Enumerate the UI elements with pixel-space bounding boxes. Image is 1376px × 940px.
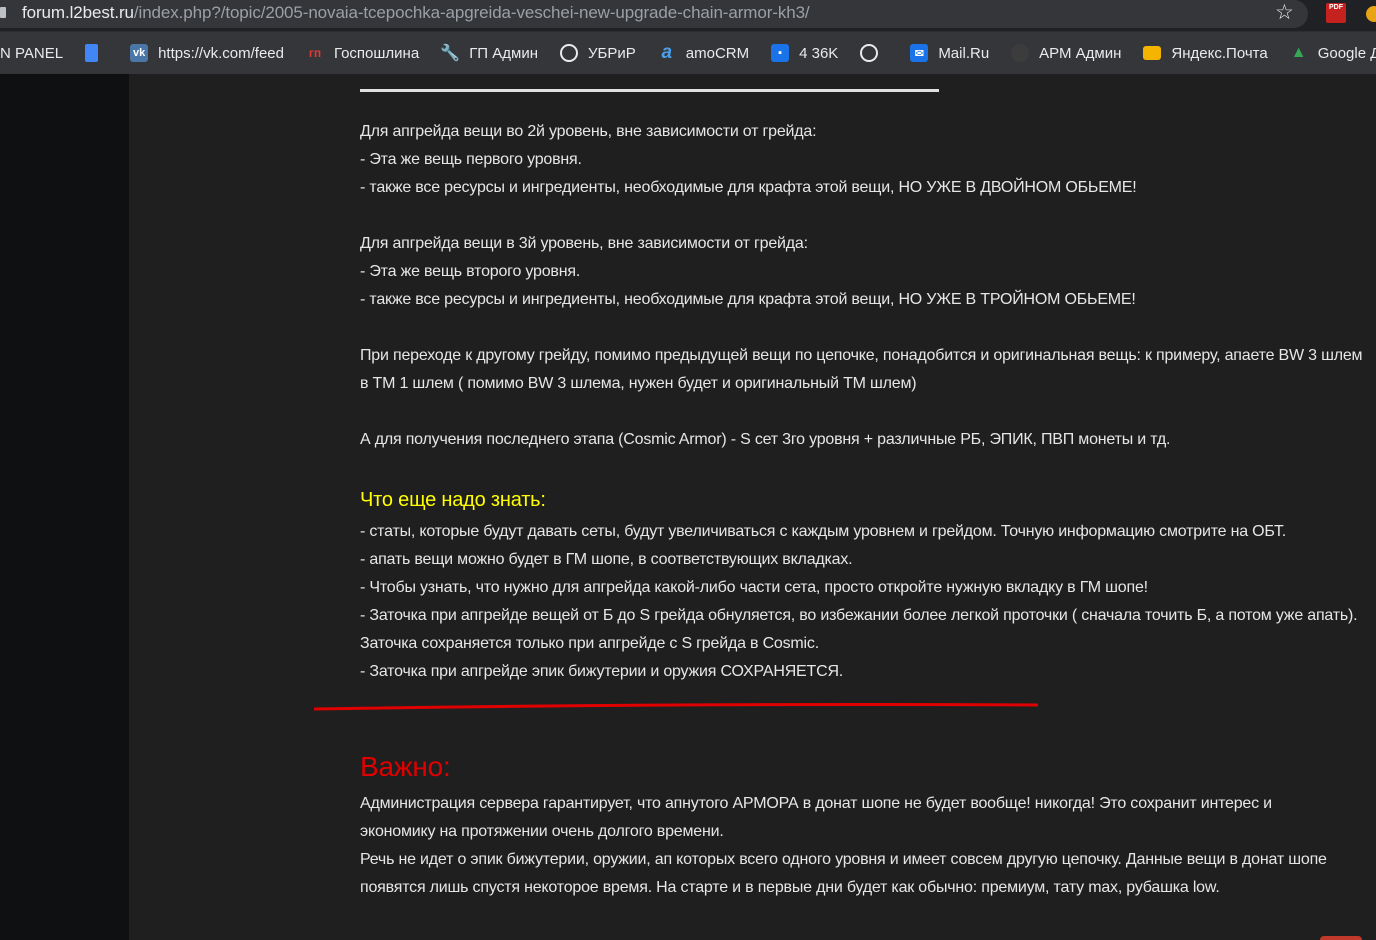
list-item: - апать вещи можно будет в ГМ шопе, в со… (360, 551, 853, 568)
wrench-icon: 🔧 (440, 45, 461, 62)
gp-icon: гп (308, 46, 322, 60)
text-paragraph: Администрация сервера гарантирует, что а… (360, 795, 1272, 840)
yandex-mail-icon (1143, 46, 1162, 60)
amo-icon: a (661, 42, 673, 63)
bookmark-ubrir[interactable]: УБРиР (560, 32, 636, 74)
omnibox[interactable]: forum.l2best.ru/index.php?/topic/2005-no… (0, 0, 1308, 28)
globe-icon (560, 44, 578, 62)
url-host: forum.l2best.ru (22, 3, 134, 22)
heading-important: Важно: (360, 751, 451, 782)
bookmark-arm-admin[interactable]: АРМ Админ (1011, 32, 1121, 74)
chat-icon: ▪ (771, 44, 790, 62)
scroll-to-top-button[interactable] (1320, 936, 1362, 940)
text-paragraph: А для получения последнего этапа (Cosmic… (360, 431, 1171, 448)
text-paragraph: При переходе к другому грейду, помимо пр… (360, 347, 1363, 392)
bookmark-amocrm[interactable]: a amoCRM (658, 32, 749, 74)
image-bottom-edge (360, 74, 939, 92)
bookmark-yandex-mail[interactable]: Яндекс.Почта (1143, 32, 1268, 74)
important-block: Администрация сервера гарантирует, что а… (360, 790, 1350, 902)
bookmark-label: ГП Админ (469, 44, 538, 62)
lock-icon[interactable] (0, 7, 6, 18)
bookmark-label: N PANEL (0, 44, 64, 62)
left-sidebar-background (0, 74, 129, 940)
list-item: - Заточка при апгрейде эпик бижутерии и … (360, 663, 844, 680)
text-line: - также все ресурсы и ингредиенты, необх… (360, 291, 1136, 308)
upgrade-level3-block: Для апгрейда вещи в 3й уровень, вне зави… (360, 230, 1365, 314)
heading-what-else: Что еще надо знать: (360, 489, 546, 511)
page-viewport[interactable]: Для апгрейда вещи во 2й уровень, вне зав… (0, 74, 1376, 940)
bookmark-label: Mail.Ru (938, 44, 990, 62)
what-else-list: - статы, которые будут давать сеты, буду… (360, 518, 1365, 686)
arm-icon (1011, 44, 1030, 62)
bookmark-label: Яндекс.Почта (1171, 44, 1268, 62)
text-line: Для апгрейда вещи в 3й уровень, вне зави… (360, 235, 808, 252)
list-item: - Чтобы узнать, что нужно для апгрейда к… (360, 579, 1148, 596)
bookmark-google-doc[interactable] (85, 32, 108, 74)
cosmic-armor-paragraph: А для получения последнего этапа (Cosmic… (360, 426, 1365, 454)
google-drive-icon: ▲ (1290, 44, 1307, 61)
bookmark-globe[interactable] (860, 32, 888, 74)
url-path: /index.php?/topic/2005-novaia-tcepochka-… (133, 3, 810, 22)
bookmark-gp-admin[interactable]: 🔧 ГП Админ (440, 32, 538, 74)
google-doc-icon (85, 44, 99, 62)
bookmark-label: Google Диск (1317, 44, 1376, 62)
upgrade-level2-block: Для апгрейда вещи во 2й уровень, вне зав… (360, 118, 1365, 202)
globe-icon (860, 44, 879, 62)
bookmark-label: УБРиР (588, 44, 636, 62)
bookmark-mailru[interactable]: ✉ Mail.Ru (910, 32, 989, 74)
list-item: - статы, которые будут давать сеты, буду… (360, 523, 1287, 540)
bookmarks-bar: N PANEL vk https://vk.com/feed гп Госпош… (0, 32, 1376, 74)
bookmark-label: АРМ Админ (1039, 44, 1122, 62)
list-item: - Заточка при апгрейде вещей от Б до S г… (360, 607, 1358, 652)
bookmark-label: amoCRM (685, 44, 750, 62)
text-line: Для апгрейда вещи во 2й уровень, вне зав… (360, 123, 817, 140)
bookmark-n-panel[interactable]: N PANEL (0, 32, 63, 74)
grade-change-paragraph: При переходе к другому грейду, помимо пр… (360, 342, 1365, 398)
pdf-extension-icon[interactable]: PDF (1326, 3, 1346, 23)
url-text[interactable]: forum.l2best.ru/index.php?/topic/2005-no… (22, 3, 810, 23)
red-divider-line (314, 703, 1038, 711)
bookmark-gosposhlina[interactable]: гп Госпошлина (306, 32, 419, 74)
bookmark-google-drive[interactable]: ▲ Google Диск (1290, 32, 1376, 74)
text-paragraph: Речь не идет о эпик бижутерии, оружии, а… (360, 851, 1327, 896)
bookmark-label: 4 36K (799, 44, 839, 62)
mail-icon: ✉ (910, 44, 929, 62)
vk-icon: vk (130, 44, 149, 62)
text-line: - Эта же вещь второго уровня. (360, 263, 581, 280)
bookmark-chat[interactable]: ▪ 4 36K (771, 32, 838, 74)
extension-icon[interactable] (1366, 6, 1376, 22)
bookmark-label: https://vk.com/feed (158, 44, 284, 62)
text-line: - также все ресурсы и ингредиенты, необх… (360, 179, 1137, 196)
bookmark-label: Госпошлина (333, 44, 420, 62)
address-bar-area: forum.l2best.ru/index.php?/topic/2005-no… (0, 0, 1376, 32)
text-line: - Эта же вещь первого уровня. (360, 151, 582, 168)
bookmark-vk[interactable]: vk https://vk.com/feed (130, 32, 284, 74)
bookmark-star-icon[interactable]: ☆ (1275, 1, 1294, 25)
